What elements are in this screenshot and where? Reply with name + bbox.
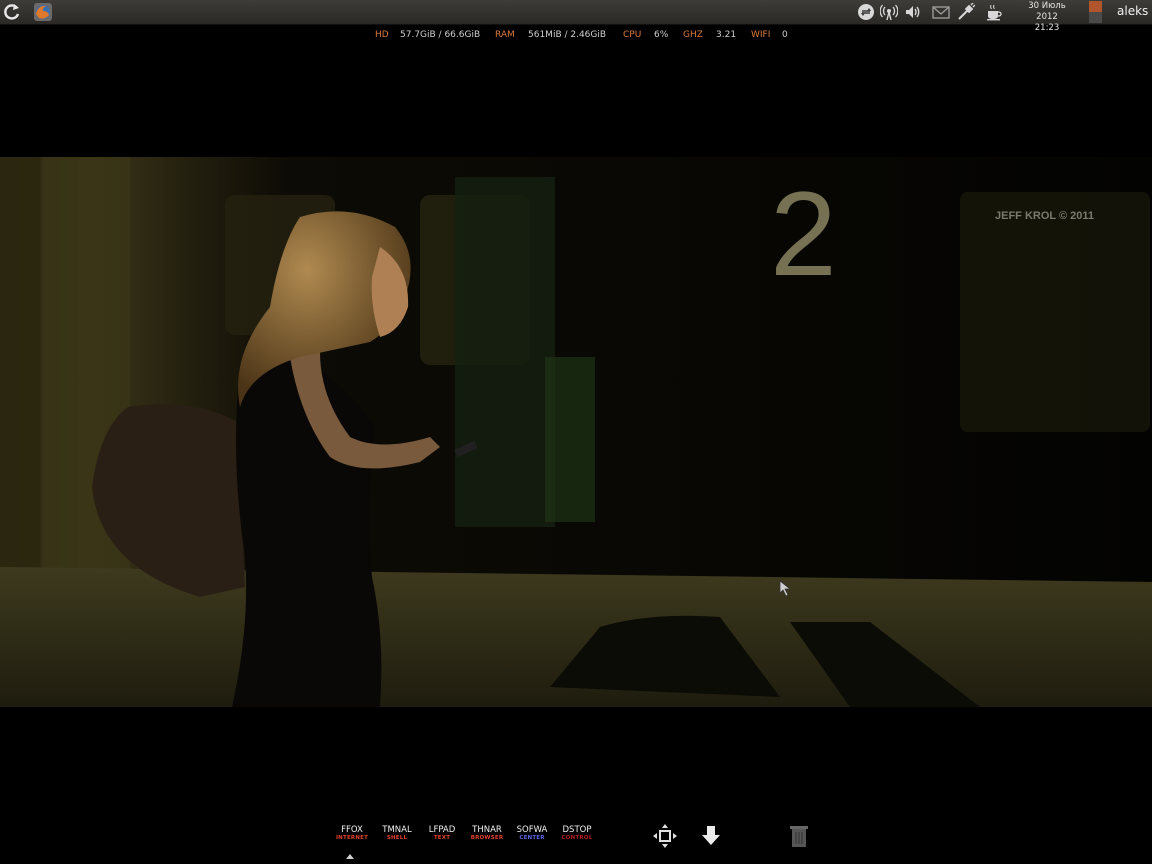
clock-date: 30 Июль 2012 [1028,1,1066,22]
wifi-value: 0 [782,30,788,40]
dock-item-sofwa[interactable]: SOFWA CENTER [510,825,554,842]
platform-number: 2 [770,167,837,301]
network-cable-icon[interactable] [957,2,976,21]
wifi-label: WIFI [751,30,771,40]
dock-item-title: FFOX [341,825,363,835]
dock-item-subtitle: CENTER [519,835,545,841]
trash-icon[interactable] [786,823,812,849]
coffee-cup-icon[interactable] [985,3,1003,21]
dock-item-ffox[interactable]: FFOX INTERNET [330,825,374,842]
dock-item-subtitle: BROWSER [470,835,504,841]
ram-label: RAM [495,30,515,40]
firefox-icon[interactable] [33,2,53,22]
top-panel: 30 Июль 2012 21:23 aleks [0,0,1152,33]
dock-item-title: TMNAL [382,825,412,835]
volume-icon[interactable] [904,3,922,21]
dock-item-thnar[interactable]: THNAR BROWSER [465,825,509,842]
dock-item-tmnal[interactable]: TMNAL SHELL [375,825,419,842]
cpu-label: CPU [623,30,642,40]
ram-value: 561MiB / 2.46GiB [528,30,607,40]
dock-item-subtitle: TEXT [433,835,451,841]
dock-item-title: SOFWA [516,825,548,835]
user-name[interactable]: aleks [1117,4,1148,18]
dock-item-dstop[interactable]: DSTOP CONTROL [555,825,599,842]
dock-item-title: LFPAD [428,825,456,835]
dock-item-subtitle: INTERNET [335,835,369,841]
watermark-text: JEFF KROL © 2011 [995,210,1094,222]
desktop-wallpaper: 2 JEFF KROL © 2011 [0,157,1152,707]
mail-icon[interactable] [932,3,950,21]
hd-label: HD [375,30,389,40]
mouse-pointer-icon [779,580,792,597]
dock-item-title: DSTOP [562,825,592,835]
dock-item-lfpad[interactable]: LFPAD TEXT [420,825,464,842]
refresh-icon[interactable] [2,2,22,22]
ghz-value: 3.21 [716,30,737,40]
dock-item-subtitle: SHELL [386,835,408,841]
ghz-label: GHZ [683,30,703,40]
move-window-icon[interactable] [652,823,678,849]
active-indicator-icon [346,854,354,859]
sync-icon[interactable] [857,3,875,21]
system-monitor-bar: HD 57.7GiB / 66.6GiB RAM 561MiB / 2.46Gi… [0,30,1152,42]
dock-item-subtitle: CONTROL [561,835,593,841]
download-arrow-icon[interactable] [698,823,724,849]
hd-value: 57.7GiB / 66.6GiB [400,30,481,40]
wifi-signal-icon[interactable] [879,3,899,21]
user-status-indicator[interactable] [1089,1,1102,23]
cpu-value: 6% [654,30,669,40]
dock-item-title: THNAR [472,825,502,835]
